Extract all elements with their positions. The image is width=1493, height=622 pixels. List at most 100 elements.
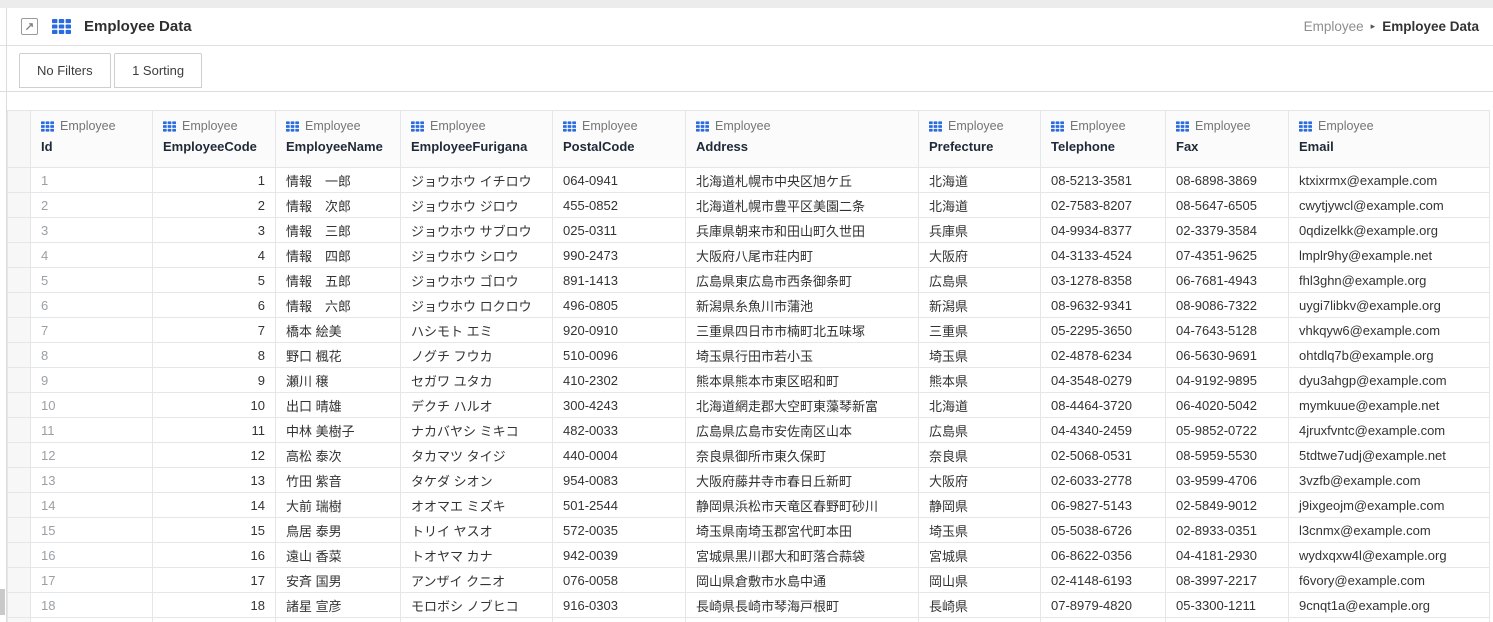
cell-address: 岡山県倉敷市水島中通 [686,568,919,593]
breadcrumb-current: Employee Data [1382,19,1479,34]
cell-employeename: 安斉 国男 [276,568,401,593]
table-row[interactable]: 1515鳥居 泰男トリイ ヤスオ572-0035埼玉県南埼玉郡宮代町本田埼玉県0… [8,518,1490,543]
cell-fax [1166,618,1289,622]
open-in-new-window-icon[interactable] [21,18,38,35]
cell-prefecture: 北海道 [919,168,1041,193]
table-row[interactable]: 99瀬川 穣セガワ ユタカ410-2302熊本県熊本市東区昭和町熊本県04-35… [8,368,1490,393]
cell-id: 7 [31,318,153,343]
cell-fax: 08-6898-3869 [1166,168,1289,193]
cell-fax: 08-3997-2217 [1166,568,1289,593]
cell-postalcode: 455-0852 [553,193,686,218]
gutter-cell [8,518,31,543]
gutter-header-cell [8,111,31,168]
column-field-label: EmployeeFurigana [411,139,552,154]
column-header-telephone[interactable]: EmployeeTelephone [1041,111,1166,168]
gutter-cell [8,268,31,293]
gutter-cell [8,618,31,622]
column-field-label: EmployeeCode [163,139,275,154]
table-row[interactable]: 1818諸星 宣彦モロボシ ノブヒコ916-0303長崎県長崎市琴海戸根町長崎県… [8,593,1490,618]
cell-address: 埼玉県南埼玉郡宮代町本田 [686,518,919,543]
cell-employeefurigana [401,618,553,622]
table-row[interactable]: 1313竹田 紫音タケダ シオン954-0083大阪府藤井寺市春日丘新町大阪府0… [8,468,1490,493]
cell-address: 北海道網走郡大空町東藻琴新富 [686,393,919,418]
table-row[interactable]: 33情報 三郎ジョウホウ サブロウ025-0311兵庫県朝来市和田山町久世田兵庫… [8,218,1490,243]
cell-address: 北海道札幌市中央区旭ケ丘 [686,168,919,193]
column-field-label: Address [696,139,918,154]
cell-id: 3 [31,218,153,243]
cell-employeefurigana: デクチ ハルオ [401,393,553,418]
table-row[interactable]: 11情報 一郎ジョウホウ イチロウ064-0941北海道札幌市中央区旭ケ丘北海道… [8,168,1490,193]
cell-email: cwytjywcl@example.com [1289,193,1490,218]
table-row[interactable]: 1010出口 晴雄デクチ ハルオ300-4243北海道網走郡大空町東藻琴新富北海… [8,393,1490,418]
cell-postalcode: 891-1413 [553,268,686,293]
tab-filters[interactable]: No Filters [19,53,111,88]
table-grid-icon [1299,121,1312,132]
column-group-label: Employee [60,119,116,133]
cell-prefecture: 奈良県 [919,443,1041,468]
cell-employeefurigana: ノグチ フウカ [401,343,553,368]
cell-postalcode: 300-4243 [553,393,686,418]
gutter-cell [8,293,31,318]
cell-telephone: 02-4878-6234 [1041,343,1166,368]
table-row[interactable]: 77橋本 絵美ハシモト エミ920-0910三重県四日市市楠町北五味塚三重県05… [8,318,1490,343]
column-header-prefecture[interactable]: EmployeePrefecture [919,111,1041,168]
left-scrollbar-thumb[interactable] [0,589,5,615]
column-header-employeefurigana[interactable]: EmployeeEmployeeFurigana [401,111,553,168]
table-row[interactable]: 1111中林 美樹子ナカバヤシ ミキコ482-0033広島県広島市安佐南区山本広… [8,418,1490,443]
cell-employeecode: 14 [153,493,276,518]
column-header-id[interactable]: EmployeeId [31,111,153,168]
cell-postalcode: 076-0058 [553,568,686,593]
cell-email: 0qdizelkk@example.org [1289,218,1490,243]
cell-prefecture: 大阪府 [919,468,1041,493]
cell-address: 埼玉県行田市若小玉 [686,343,919,368]
table-row[interactable]: 1616遠山 香菜トオヤマ カナ942-0039宮城県黒川郡大和町落合蒜袋宮城県… [8,543,1490,568]
column-header-employeename[interactable]: EmployeeEmployeeName [276,111,401,168]
column-group-label: Employee [582,119,638,133]
cell-telephone: 06-9827-5143 [1041,493,1166,518]
table-row[interactable]: 22情報 次郎ジョウホウ ジロウ455-0852北海道札幌市豊平区美園二条北海道… [8,193,1490,218]
cell-employeecode: 16 [153,543,276,568]
table-grid-icon[interactable] [52,19,71,34]
cell-address: 北海道札幌市豊平区美園二条 [686,193,919,218]
cell-email: ohtdlq7b@example.org [1289,343,1490,368]
cell-fax: 06-5630-9691 [1166,343,1289,368]
cell-prefecture: 大阪府 [919,243,1041,268]
gutter-cell [8,543,31,568]
cell-prefecture: 宮城県 [919,543,1041,568]
table-row[interactable]: 88野口 楓花ノグチ フウカ510-0096埼玉県行田市若小玉埼玉県02-487… [8,343,1490,368]
table-row[interactable]: 44情報 四郎ジョウホウ シロウ990-2473大阪府八尾市荘内町大阪府04-3… [8,243,1490,268]
cell-employeename: 高松 泰次 [276,443,401,468]
column-header-email[interactable]: EmployeeEmail [1289,111,1490,168]
cell-employeefurigana: タケダ シオン [401,468,553,493]
column-header-address[interactable]: Employee Address [686,111,919,168]
cell-telephone: 05-2295-3650 [1041,318,1166,343]
table-row[interactable]: 66情報 六郎ジョウホウ ロクロウ496-0805新潟県糸魚川市蒲池新潟県08-… [8,293,1490,318]
table-row[interactable] [8,618,1490,622]
column-header-fax[interactable]: EmployeeFax [1166,111,1289,168]
cell-email: wydxqxw4l@example.org [1289,543,1490,568]
table-row[interactable]: 55情報 五郎ジョウホウ ゴロウ891-1413広島県東広島市西条御条町広島県0… [8,268,1490,293]
cell-employeename: 情報 四郎 [276,243,401,268]
cell-fax: 04-9192-9895 [1166,368,1289,393]
page-title: Employee Data [84,18,192,35]
cell-postalcode: 942-0039 [553,543,686,568]
table-row[interactable]: 1717安斉 国男アンザイ クニオ076-0058岡山県倉敷市水島中通岡山県02… [8,568,1490,593]
column-group-label: Employee [1318,119,1374,133]
breadcrumb-parent-link[interactable]: Employee [1304,19,1364,34]
column-group-label: Employee [715,119,771,133]
column-field-label: PostalCode [563,139,685,154]
cell-prefecture: 埼玉県 [919,343,1041,368]
cell-employeefurigana: セガワ ユタカ [401,368,553,393]
cell-id: 12 [31,443,153,468]
table-row[interactable]: 1414大前 瑞樹オオマエ ミズキ501-2544静岡県浜松市天竜区春野町砂川静… [8,493,1490,518]
table-row[interactable]: 1212高松 泰次タカマツ タイジ440-0004奈良県御所市東久保町奈良県02… [8,443,1490,468]
cell-employeefurigana: ジョウホウ ジロウ [401,193,553,218]
cell-email: mymkuue@example.net [1289,393,1490,418]
cell-fax: 02-8933-0351 [1166,518,1289,543]
cell-id: 17 [31,568,153,593]
cell-employeecode: 18 [153,593,276,618]
column-header-postalcode[interactable]: Employee PostalCode [553,111,686,168]
cell-id: 13 [31,468,153,493]
tab-sorting[interactable]: 1 Sorting [114,53,202,88]
column-header-employeecode[interactable]: EmployeeEmployeeCode [153,111,276,168]
